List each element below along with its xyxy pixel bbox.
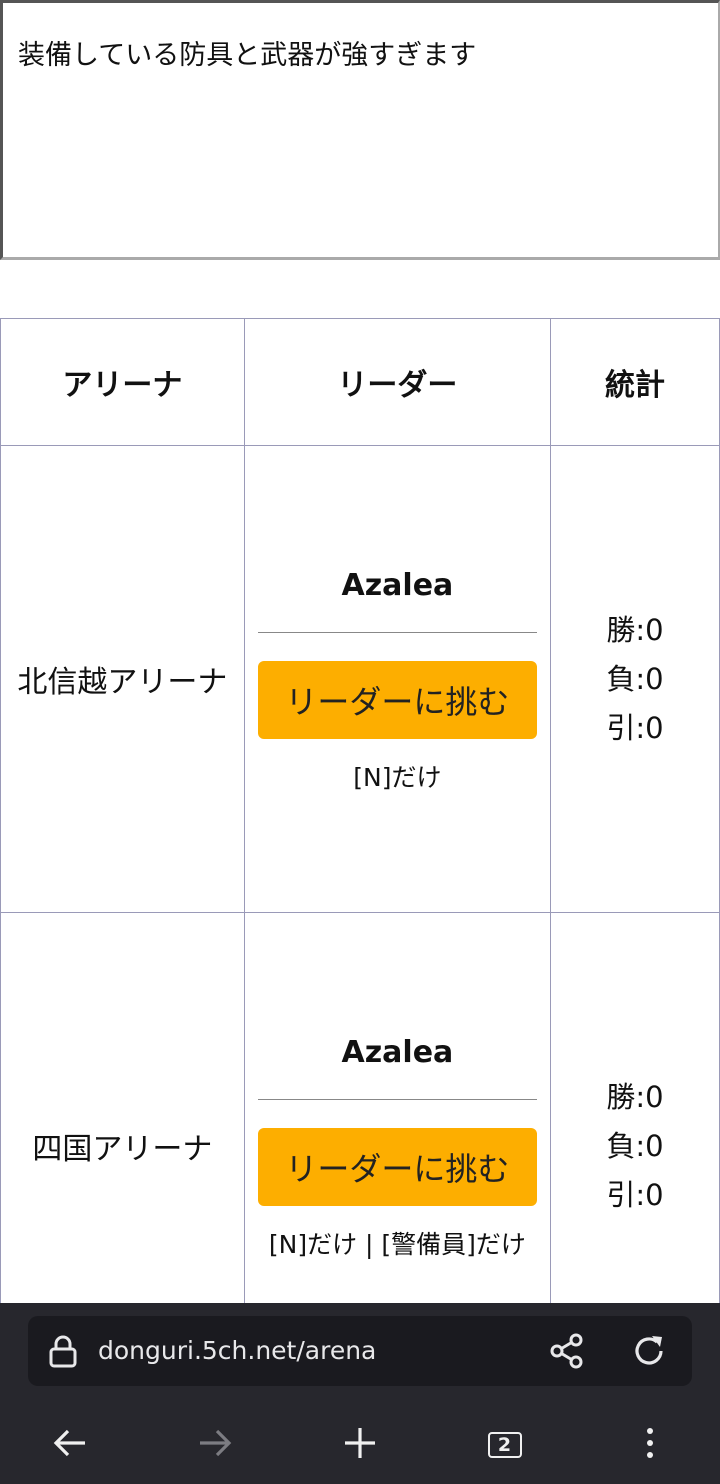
back-button[interactable] <box>46 1421 94 1469</box>
share-icon[interactable] <box>548 1332 586 1370</box>
stat-win: 勝:0 <box>606 612 664 647</box>
challenge-leader-button[interactable]: リーダーに挑む <box>257 660 537 739</box>
lock-icon[interactable] <box>49 1334 77 1368</box>
new-tab-icon <box>343 1426 377 1464</box>
new-tab-button[interactable] <box>336 1421 384 1469</box>
stat-draw: 引:0 <box>606 710 664 745</box>
leader-cell: Azalea リーダーに挑む [N]だけ <box>243 445 552 913</box>
arena-name: 北信越アリーナ <box>0 445 245 913</box>
stat-win: 勝:0 <box>606 1079 664 1114</box>
message-text: 装備している防具と武器が強すぎます <box>18 40 477 71</box>
url-text[interactable]: donguri.5ch.net/arena <box>98 1335 376 1367</box>
restriction-text: [N]だけ | [警備員]だけ <box>268 1229 526 1259</box>
tab-count: 2 <box>497 1433 512 1456</box>
challenge-leader-button[interactable]: リーダーに挑む <box>257 1127 537 1206</box>
table-row: 北信越アリーナ Azalea リーダーに挑む [N]だけ 勝:0 負:0 引:0 <box>0 445 720 913</box>
stat-loss: 負:0 <box>606 1128 664 1163</box>
tabs-button[interactable]: 2 <box>481 1421 529 1469</box>
address-bar[interactable]: donguri.5ch.net/arena <box>28 1316 692 1386</box>
stats-cell: 勝:0 負:0 引:0 <box>550 445 720 913</box>
leader-name: Azalea <box>341 567 454 603</box>
menu-button[interactable] <box>626 1421 674 1469</box>
forward-button[interactable] <box>191 1421 239 1469</box>
divider <box>257 1098 537 1100</box>
header-leader: リーダー <box>243 318 552 446</box>
tabs-icon: 2 <box>488 1432 522 1458</box>
restriction-text: [N]だけ <box>353 762 442 792</box>
message-box[interactable]: 装備している防具と武器が強すぎます <box>0 0 720 260</box>
stat-loss: 負:0 <box>606 661 664 696</box>
table-header-row: アリーナ リーダー 統計 <box>0 318 720 446</box>
stat-draw: 引:0 <box>606 1177 664 1212</box>
header-arena: アリーナ <box>0 318 245 446</box>
back-icon <box>52 1428 88 1462</box>
divider <box>257 631 537 633</box>
header-stats: 統計 <box>550 318 720 446</box>
reload-icon[interactable] <box>630 1332 668 1370</box>
arena-table: アリーナ リーダー 統計 北信越アリーナ Azalea リーダーに挑む [N]だ… <box>0 318 720 1380</box>
browser-toolbar: donguri.5ch.net/arena 2 <box>0 1303 720 1484</box>
leader-name: Azalea <box>341 1034 454 1070</box>
forward-icon <box>197 1428 233 1462</box>
menu-icon <box>645 1426 655 1464</box>
